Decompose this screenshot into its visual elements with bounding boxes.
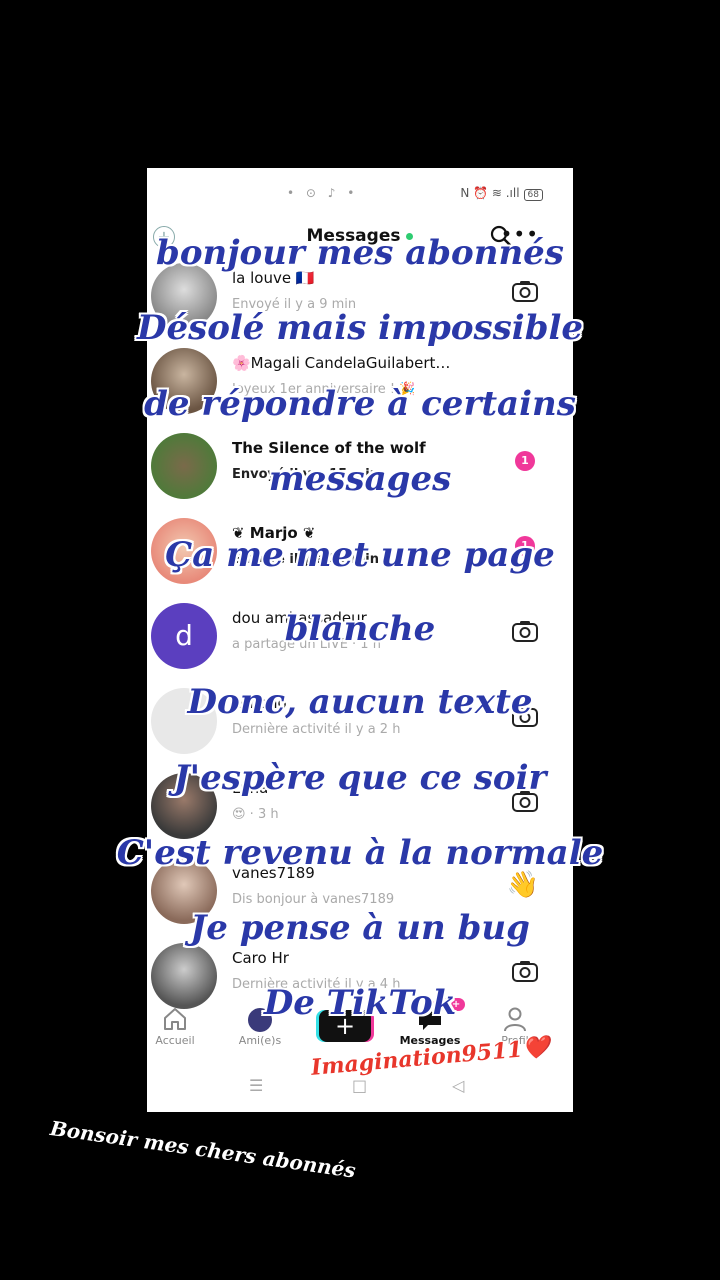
- overlay-text-line: De TikTok: [263, 983, 457, 1023]
- overlay-text-line: bonjour mes abonnés: [156, 233, 564, 273]
- menu-nav-icon[interactable]: ☰: [249, 1076, 263, 1095]
- status-signal-icons: N ⏰ ≋ .ıll: [460, 186, 520, 200]
- overlay-text-line: Donc, aucun texte: [187, 682, 533, 722]
- conversation-preview: 😍 · 3 h: [232, 807, 279, 822]
- overlay-text-line: J'espère que ce soir: [173, 758, 547, 798]
- back-nav-icon[interactable]: ◁: [452, 1076, 464, 1095]
- conversation-preview: Dernière activité il y a 2 h: [232, 722, 401, 737]
- overlay-text-line: Ça me met une page: [165, 535, 555, 575]
- status-bar: • ⊙ ♪ • N ⏰ ≋ .ıll 68: [147, 168, 573, 220]
- tab-home-label: Accueil: [155, 1034, 195, 1047]
- conversation-preview: Dis bonjour à vanes7189: [232, 892, 395, 907]
- caption-text: Bonsoir mes chers abonnés: [48, 1116, 358, 1183]
- conversation-name: Caro Hr: [232, 949, 289, 967]
- overlay-text-line: blanche: [284, 609, 436, 649]
- home-nav-icon[interactable]: □: [352, 1076, 367, 1095]
- wave-hand-icon[interactable]: 👋: [507, 870, 539, 900]
- overlay-text-line: messages: [268, 459, 452, 499]
- overlay-text-line: Désolé mais impossible: [136, 308, 584, 348]
- overlay-text-line: de répondre à certains: [144, 384, 576, 424]
- camera-icon[interactable]: [511, 279, 539, 303]
- conversation-name: The Silence of the wolf: [232, 439, 426, 457]
- battery-icon: 68: [523, 189, 543, 201]
- overlay-text-line: Je pense à un bug: [190, 908, 530, 948]
- camera-icon[interactable]: [511, 959, 539, 983]
- tab-friends-label: Ami(e)s: [238, 1034, 282, 1047]
- status-right-icons: N ⏰ ≋ .ıll 68: [460, 186, 543, 201]
- conversation-name: 🌸Magali CandelaGuilabert…: [232, 354, 451, 372]
- status-left-icons: • ⊙ ♪ •: [287, 186, 359, 200]
- overlay-text-line: C'est revenu à la normale: [116, 833, 604, 873]
